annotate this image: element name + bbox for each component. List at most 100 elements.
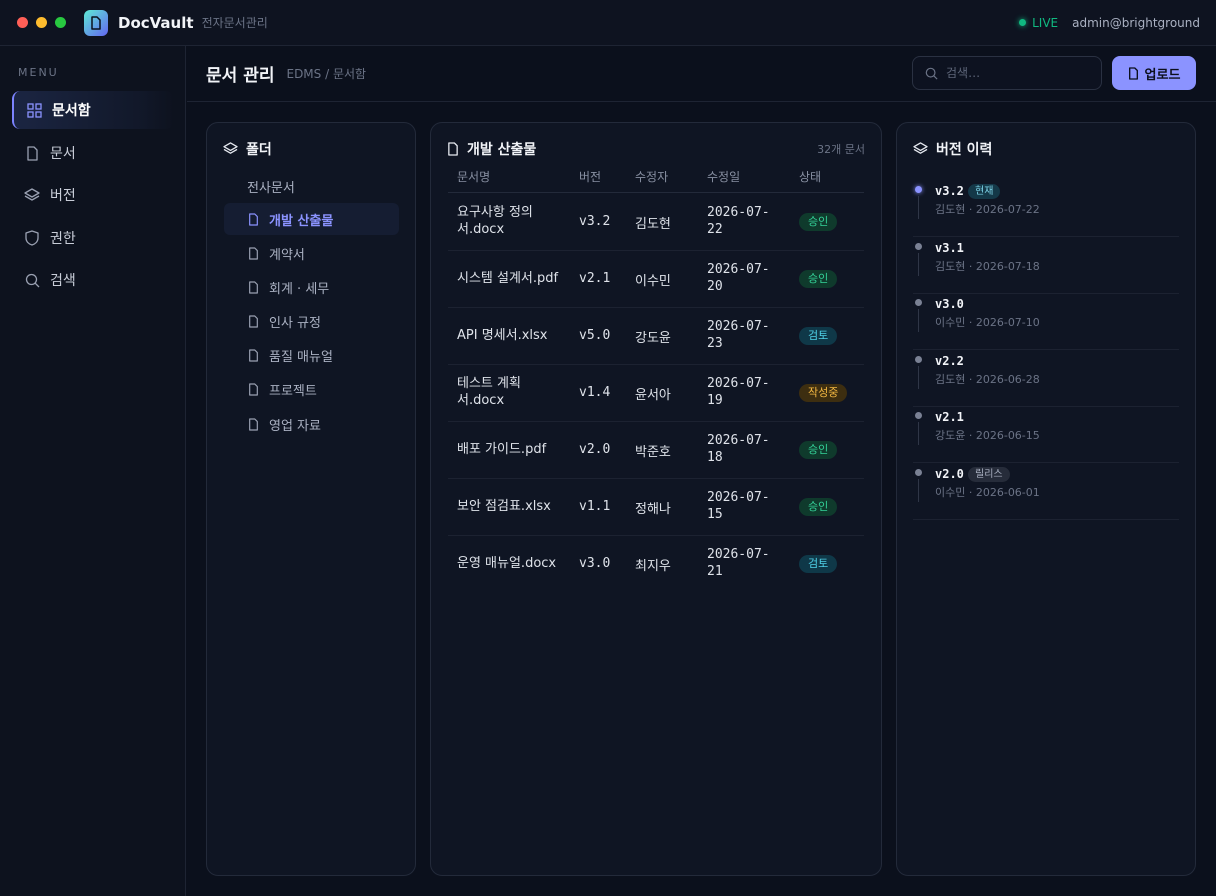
table-row[interactable]: 테스트 계획서.docx v1.4 윤서아 2026-07-19 작성중 [448, 365, 864, 422]
table-row[interactable]: 보안 점검표.xlsx v1.1 정해나 2026-07-15 승인 [448, 479, 864, 536]
document-version: v1.4 [579, 385, 611, 400]
sidebar-item-versions[interactable]: 버전 [12, 176, 174, 214]
version-item[interactable]: v2.2 김도현 · 2026-06-28 [913, 350, 1179, 407]
version-panel-title-text: 버전 이력 [936, 142, 993, 158]
version-item[interactable]: v3.1 김도현 · 2026-07-18 [913, 237, 1179, 294]
folder-item-projects[interactable]: 프로젝트 [224, 373, 399, 405]
folder-item-hr-rules[interactable]: 인사 규정 [224, 305, 399, 337]
file-icon [248, 246, 259, 260]
sidebar-item-label: 문서함 [52, 103, 91, 119]
table-row[interactable]: 운영 매뉴얼.docx v3.0 최지우 2026-07-21 검토 [448, 536, 864, 593]
search-input[interactable] [946, 66, 1086, 80]
current-version-badge: 현재 [968, 184, 1001, 199]
timeline-line [918, 253, 919, 276]
status-badge: 승인 [799, 270, 838, 288]
folder-item-dev-output[interactable]: 개발 산출물 [224, 203, 399, 235]
grid-icon [26, 102, 42, 118]
timeline-line [918, 366, 919, 389]
page-title: 문서 관리 [206, 66, 275, 86]
folder-item-contracts[interactable]: 계약서 [224, 237, 399, 269]
timeline-line [918, 479, 919, 502]
file-icon [248, 212, 259, 226]
column-header-version[interactable]: 버전 [579, 168, 601, 185]
version-item[interactable]: v2.0 릴리스 이수민 · 2026-06-01 [913, 463, 1179, 520]
folder-root[interactable]: 전사문서 [247, 177, 295, 196]
document-name[interactable]: 보안 점검표.xlsx [457, 498, 597, 515]
file-icon [248, 382, 259, 396]
document-name[interactable]: 배포 가이드.pdf [457, 441, 597, 458]
column-header-date[interactable]: 수정일 [707, 168, 740, 185]
timeline-line [918, 309, 919, 332]
menu-heading: MENU [18, 66, 59, 79]
document-date: 2026-07-21 [707, 547, 770, 579]
folder-item-accounting[interactable]: 회계 · 세무 [224, 271, 399, 303]
folder-item-quality-manual[interactable]: 품질 매뉴얼 [224, 339, 399, 371]
search-box[interactable] [912, 56, 1102, 90]
document-author: 박준호 [635, 445, 671, 460]
sidebar-item-label: 문서 [50, 146, 76, 162]
live-status-label: LIVE [1032, 15, 1059, 30]
layers-icon [913, 142, 928, 156]
status-badge: 작성중 [799, 384, 848, 402]
document-name[interactable]: 시스템 설계서.pdf [457, 270, 597, 287]
sidebar-item-search[interactable]: 검색 [12, 261, 174, 299]
version-number: v2.1 [935, 410, 964, 424]
sidebar-item-documents-box[interactable]: 문서함 [12, 91, 174, 129]
sidebar-item-documents[interactable]: 문서 [12, 134, 174, 172]
release-badge: 릴리스 [968, 467, 1010, 482]
status-badge: 승인 [799, 498, 838, 516]
close-window-button[interactable] [17, 17, 28, 28]
folder-item-label: 영업 자료 [269, 418, 321, 434]
layers-icon [24, 187, 40, 203]
document-name[interactable]: API 명세서.xlsx [457, 327, 597, 344]
version-number: v2.2 [935, 354, 964, 368]
document-date: 2026-07-22 [707, 205, 770, 237]
document-date: 2026-07-18 [707, 433, 770, 465]
timeline-dot [915, 469, 922, 476]
document-name[interactable]: 요구사항 정의서.docx [457, 204, 567, 238]
document-author: 이수민 [635, 274, 671, 289]
version-meta: 강도윤 · 2026-06-15 [935, 429, 1040, 442]
sidebar-item-label: 권한 [50, 231, 76, 247]
version-meta: 이수민 · 2026-07-10 [935, 316, 1040, 329]
file-icon [248, 280, 259, 294]
sidebar-item-label: 검색 [50, 273, 76, 289]
maximize-window-button[interactable] [55, 17, 66, 28]
version-item[interactable]: v3.0 이수민 · 2026-07-10 [913, 293, 1179, 350]
search-icon [925, 67, 938, 80]
folder-item-sales[interactable]: 영업 자료 [224, 408, 399, 440]
version-item[interactable]: v2.1 강도윤 · 2026-06-15 [913, 406, 1179, 463]
column-header-status[interactable]: 상태 [799, 168, 821, 185]
upload-button[interactable]: 업로드 [1112, 56, 1196, 90]
version-item[interactable]: v3.2 현재 김도현 · 2026-07-22 [913, 180, 1179, 237]
document-author: 강도윤 [635, 331, 671, 346]
sidebar-item-label: 버전 [50, 188, 76, 204]
document-name[interactable]: 운영 매뉴얼.docx [457, 555, 597, 572]
folder-item-label: 프로젝트 [269, 383, 317, 399]
table-row[interactable]: 요구사항 정의서.docx v3.2 김도현 2026-07-22 승인 [448, 194, 864, 251]
file-icon [248, 417, 259, 431]
document-version: v3.2 [579, 214, 611, 229]
app-name: DocVault [118, 13, 194, 32]
shield-icon [24, 230, 40, 246]
timeline-line [918, 422, 919, 445]
breadcrumb[interactable]: EDMS / 문서함 [286, 65, 366, 82]
document-name[interactable]: 테스트 계획서.docx [457, 375, 567, 409]
timeline-dot [915, 356, 922, 363]
documents-panel-title-text: 개발 산출물 [467, 142, 537, 158]
column-header-author[interactable]: 수정자 [635, 168, 668, 185]
version-meta: 김도현 · 2026-07-22 [935, 203, 1040, 216]
user-account[interactable]: admin@brightground [1072, 16, 1200, 30]
document-author: 최지우 [635, 559, 671, 574]
table-row[interactable]: 배포 가이드.pdf v2.0 박준호 2026-07-18 승인 [448, 422, 864, 479]
sidebar-item-permissions[interactable]: 권한 [12, 219, 174, 257]
table-row[interactable]: API 명세서.xlsx v5.0 강도윤 2026-07-23 검토 [448, 308, 864, 365]
upload-file-icon [1128, 66, 1139, 80]
minimize-window-button[interactable] [36, 17, 47, 28]
window-controls [17, 17, 66, 28]
document-version: v1.1 [579, 499, 611, 514]
table-row[interactable]: 시스템 설계서.pdf v2.1 이수민 2026-07-20 승인 [448, 251, 864, 308]
status-badge: 승인 [799, 441, 838, 459]
timeline-dot [915, 412, 922, 419]
column-header-name[interactable]: 문서명 [457, 168, 490, 185]
